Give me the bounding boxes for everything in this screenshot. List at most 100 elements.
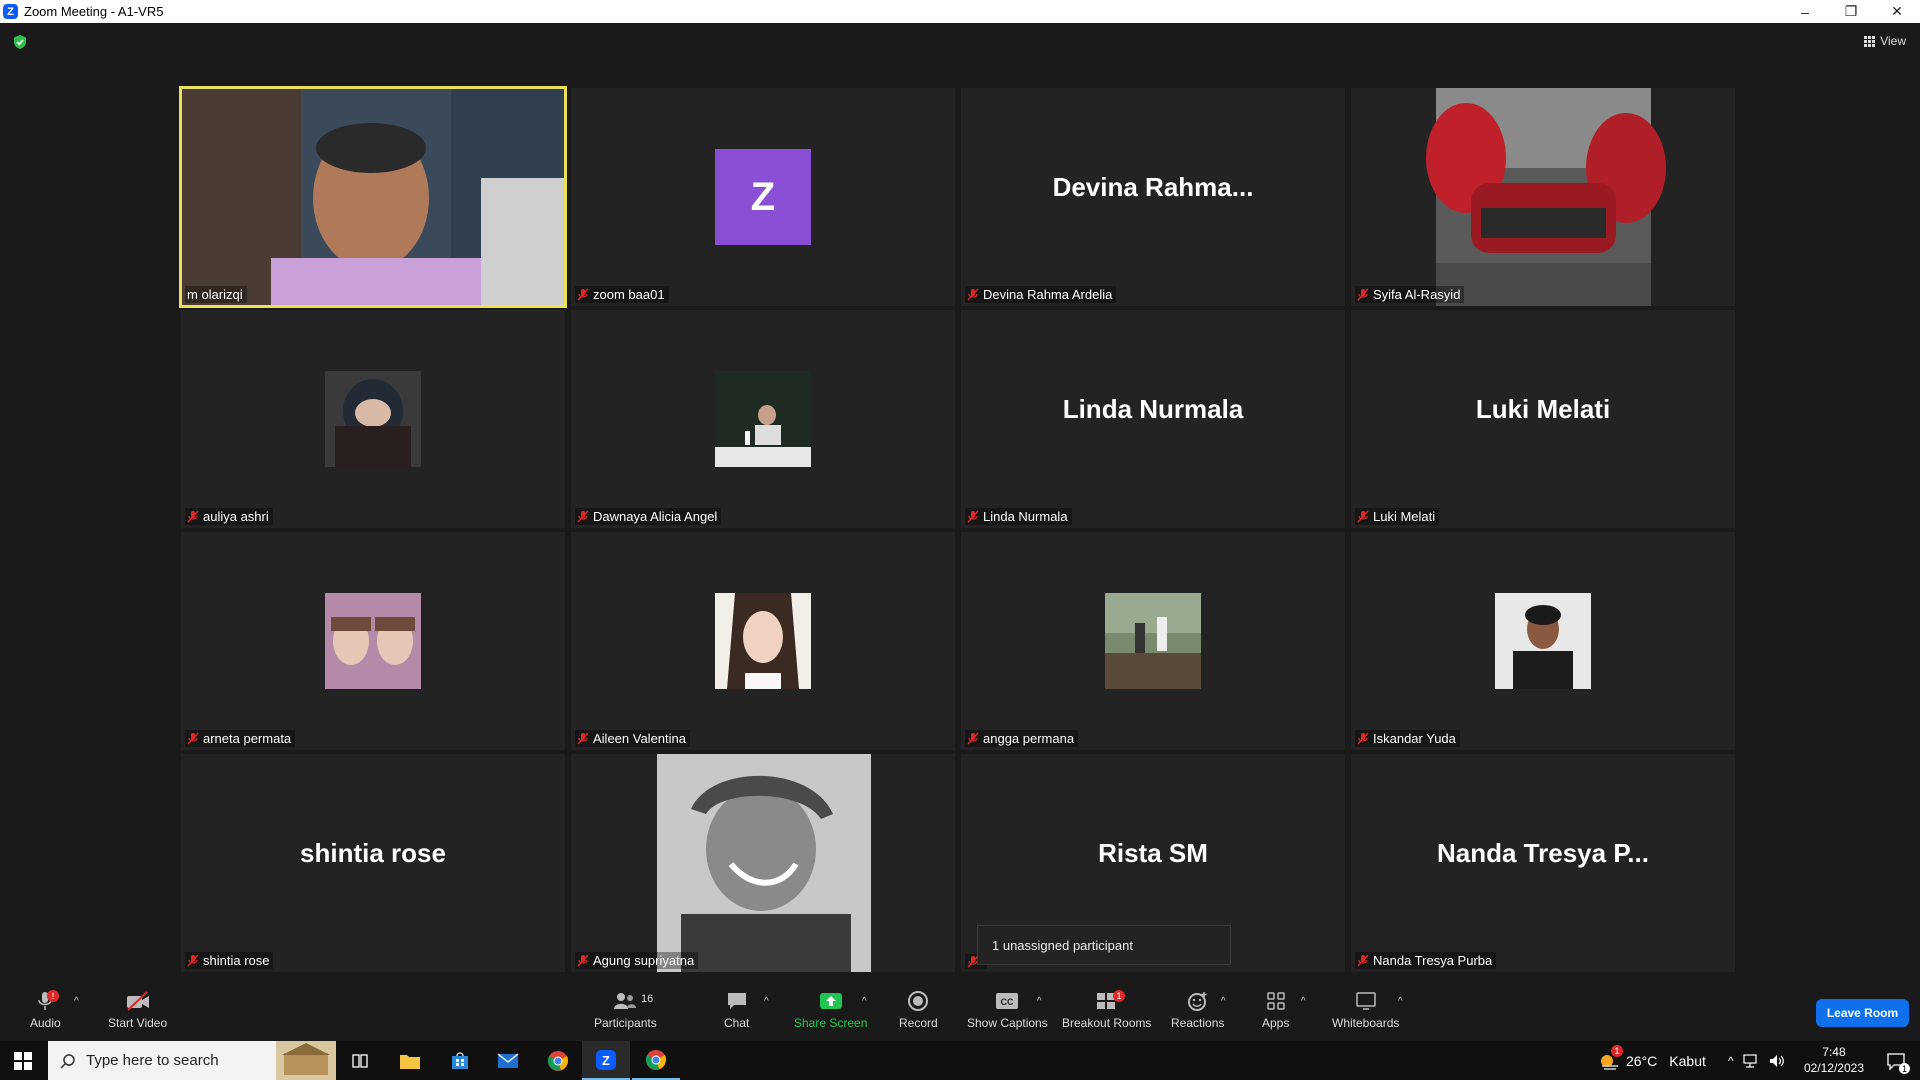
participant-name-label: Aileen Valentina <box>575 730 690 747</box>
participant-name-label: Agung supriyatna <box>575 952 699 969</box>
mic-muted-icon <box>577 954 589 967</box>
apps-button[interactable]: Apps <box>1262 990 1289 1030</box>
leave-room-button[interactable]: Leave Room <box>1816 999 1909 1027</box>
participant-tile[interactable]: m olarizqi <box>179 86 567 308</box>
svg-text:CC: CC <box>1001 997 1014 1007</box>
mail-icon <box>497 1052 519 1068</box>
participant-tile[interactable]: Syifa Al-Rasyid <box>1351 88 1735 306</box>
participant-tile[interactable]: Devina Rahma... Devina Rahma Ardelia <box>961 88 1345 306</box>
encryption-shield-icon[interactable] <box>12 34 28 50</box>
chrome-button[interactable] <box>534 1041 582 1080</box>
weather-badge: 1 <box>1611 1045 1623 1057</box>
reactions-button[interactable]: Reactions <box>1171 990 1224 1030</box>
captions-options-caret[interactable]: ^ <box>1037 996 1042 1007</box>
share-screen-button[interactable]: Share Screen <box>794 990 867 1030</box>
chrome-window-taskbar-button[interactable] <box>632 1041 680 1080</box>
participants-icon <box>614 993 637 1009</box>
apps-icon <box>1266 992 1285 1010</box>
participant-display-name: Linda Nurmala <box>1062 393 1244 424</box>
mic-muted-icon <box>967 732 979 745</box>
mic-muted-icon <box>187 510 199 523</box>
participant-tile[interactable]: shintia rose shintia rose <box>181 754 565 972</box>
show-hidden-icons-chevron-icon[interactable]: ^ <box>1728 1054 1734 1068</box>
participant-display-name: shintia rose <box>300 837 446 868</box>
chrome-icon <box>645 1049 667 1070</box>
participant-tile[interactable]: Aileen Valentina <box>571 532 955 750</box>
whiteboards-options-caret[interactable]: ^ <box>1398 996 1403 1007</box>
participant-tile[interactable]: Z zoom baa01 <box>571 88 955 306</box>
search-icon <box>60 1053 75 1069</box>
record-label: Record <box>899 1016 938 1030</box>
breakout-rooms-label: Breakout Rooms <box>1062 1016 1152 1030</box>
record-button[interactable]: Record <box>899 990 938 1030</box>
show-captions-button[interactable]: CC Show Captions <box>967 990 1048 1030</box>
participant-display-name: Luki Melati <box>1475 393 1611 424</box>
task-view-button[interactable] <box>336 1041 384 1080</box>
microsoft-store-button[interactable] <box>436 1041 484 1080</box>
breakout-rooms-button[interactable]: Breakout Rooms <box>1062 990 1151 1030</box>
start-video-button[interactable]: Start Video <box>108 990 167 1030</box>
participant-name-label: shintia rose <box>185 952 274 969</box>
share-options-caret[interactable]: ^ <box>862 996 867 1007</box>
mic-muted-icon <box>187 732 199 745</box>
task-view-icon <box>352 1053 368 1068</box>
participant-tile[interactable]: Iskandar Yuda <box>1351 532 1735 750</box>
close-button[interactable]: ✕ <box>1874 0 1920 23</box>
view-button[interactable]: View <box>1864 34 1906 48</box>
participant-tile[interactable]: auliya ashri <box>181 310 565 528</box>
chat-button[interactable]: Chat <box>724 990 749 1030</box>
participant-name-label: Linda Nurmala <box>965 508 1072 525</box>
minimize-button[interactable]: – <box>1782 0 1828 23</box>
mail-button[interactable] <box>484 1041 532 1080</box>
windows-logo-icon <box>14 1051 32 1070</box>
taskbar-search-box[interactable]: Type here to search <box>48 1041 336 1080</box>
notification-center-button[interactable]: 1 <box>1872 1041 1920 1080</box>
chat-options-caret[interactable]: ^ <box>764 996 769 1007</box>
windows-start-button[interactable] <box>0 1041 46 1080</box>
search-highlight-icon <box>276 1041 336 1080</box>
network-icon[interactable] <box>1742 1053 1760 1069</box>
participant-tile[interactable]: Linda Nurmala Linda Nurmala <box>961 310 1345 528</box>
participant-profile-picture <box>715 593 811 689</box>
participants-count: 16 <box>641 993 654 1005</box>
participant-name-label: Syifa Al-Rasyid <box>1355 286 1465 303</box>
participant-profile-picture <box>325 593 421 689</box>
closed-captions-icon: CC <box>996 993 1019 1009</box>
participant-display-name: Devina Rahma... <box>1052 171 1254 202</box>
participant-tile[interactable]: Dawnaya Alicia Angel <box>571 310 955 528</box>
mic-muted-icon <box>577 510 589 523</box>
apps-options-caret[interactable]: ^ <box>1301 996 1306 1007</box>
unassigned-participant-popup[interactable]: 1 unassigned participant <box>977 925 1231 965</box>
weather-temperature: 26°C <box>1626 1052 1658 1069</box>
file-explorer-button[interactable] <box>386 1041 434 1080</box>
participant-tile[interactable]: angga permana <box>961 532 1345 750</box>
grid-view-icon <box>1864 35 1876 47</box>
audio-warning-badge: ! <box>47 990 59 1002</box>
mic-muted-icon <box>1357 954 1369 967</box>
audio-options-caret[interactable]: ^ <box>74 996 79 1007</box>
mic-muted-icon <box>577 288 589 301</box>
reactions-options-caret[interactable]: ^ <box>1221 996 1226 1007</box>
zoom-taskbar-button[interactable]: Z <box>582 1041 630 1080</box>
whiteboards-button[interactable]: Whiteboards <box>1332 990 1399 1030</box>
participant-tile[interactable]: Luki Melati Luki Melati <box>1351 310 1735 528</box>
view-label: View <box>1880 34 1906 48</box>
whiteboard-icon <box>1355 992 1376 1010</box>
mic-muted-icon <box>577 732 589 745</box>
store-icon <box>452 1051 468 1069</box>
participant-tile[interactable]: Agung supriyatna <box>571 754 955 972</box>
participant-tile[interactable]: Nanda Tresya P... Nanda Tresya Purba <box>1351 754 1735 972</box>
participant-name-label: angga permana <box>965 730 1079 747</box>
start-video-label: Start Video <box>108 1016 168 1030</box>
volume-icon[interactable] <box>1768 1053 1786 1069</box>
taskbar-clock[interactable]: 7:48 02/12/2023 <box>1804 1044 1864 1076</box>
weather-description: Kabut <box>1669 1052 1706 1069</box>
window-title: Zoom Meeting - A1-VR5 <box>24 4 164 19</box>
participant-video-feed <box>657 754 871 972</box>
participant-profile-picture <box>715 371 811 467</box>
zoom-logo-icon: Z <box>3 4 18 19</box>
breakout-rooms-badge: 1 <box>1113 990 1125 1002</box>
restore-button[interactable]: ❐ <box>1828 0 1874 23</box>
participant-tile[interactable]: arneta permata <box>181 532 565 750</box>
clock-date: 02/12/2023 <box>1803 1061 1864 1075</box>
